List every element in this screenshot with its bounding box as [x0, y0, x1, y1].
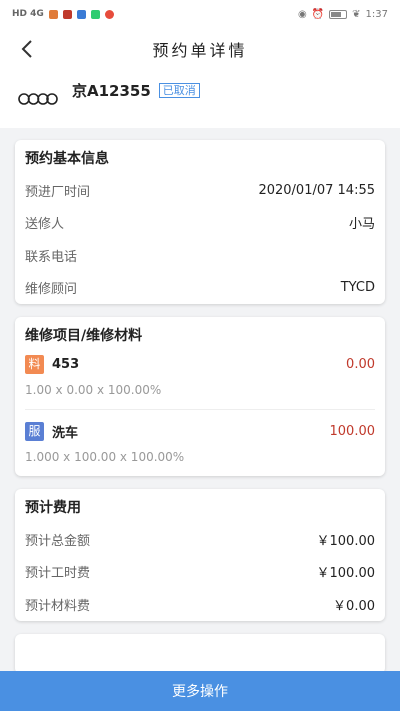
plate-number: 京A12355	[72, 82, 151, 100]
status-left: HD 4G	[12, 9, 114, 19]
eye-icon: ◉	[297, 8, 307, 20]
row-label: 送修人	[25, 217, 65, 233]
item-price: 0.00	[346, 356, 375, 372]
chevron-left-icon	[21, 40, 32, 58]
row-label: 预计材料费	[25, 598, 91, 614]
card-title: 预约基本信息	[25, 151, 109, 167]
notification-icon	[62, 9, 72, 19]
item-left: 服 洗车	[25, 421, 79, 441]
network-indicator: HD 4G	[12, 9, 44, 19]
status-badge: 已取消	[158, 83, 200, 98]
item-formula: 1.000 x 100.00 x 100.00%	[25, 450, 185, 464]
more-actions-button[interactable]: 更多操作	[0, 671, 400, 711]
list-item[interactable]: 服 洗车 100.00 1.000 x 100.00 x 100.00%	[25, 410, 375, 476]
card-title: 维修项目/维修材料	[25, 328, 143, 344]
notification-icon	[76, 9, 86, 19]
status-time: 1:37	[365, 8, 388, 20]
estimate-row: 预计工时费 ￥100.00	[25, 556, 375, 589]
audi-rings-icon	[18, 93, 58, 105]
item-price: 100.00	[329, 423, 376, 439]
notification-icon	[48, 9, 58, 19]
car-header: 京A12355 已取消	[0, 70, 400, 128]
basic-info-card: 预约基本信息 预进厂时间 2020/01/07 14:55 送修人 小马 联系电…	[15, 140, 385, 304]
service-tag-icon: 服	[25, 421, 44, 441]
row-label: 预计总金额	[25, 533, 91, 549]
main-content: 预约基本信息 预进厂时间 2020/01/07 14:55 送修人 小马 联系电…	[0, 128, 400, 674]
estimate-card: 预计费用 预计总金额 ￥100.00 预计工时费 ￥100.00 预计材料费 ￥…	[15, 489, 385, 621]
notification-icon	[90, 9, 100, 19]
item-left: 料 453	[25, 354, 80, 374]
alarm-icon: ⏰	[311, 8, 325, 20]
status-right: ◉ ⏰ ❦ 1:37	[298, 9, 388, 20]
list-item[interactable]: 料 453 0.00 1.00 x 0.00 x 100.00%	[25, 351, 375, 410]
row-value: 小马	[348, 217, 375, 233]
repair-items-card: 维修项目/维修材料 料 453 0.00 1.00 x 0.00 x 100.0…	[15, 317, 385, 476]
page-title: 预约单详情	[152, 41, 248, 60]
item-header: 料 453 0.00	[25, 351, 375, 377]
item-header: 服 洗车 100.00	[25, 418, 375, 444]
nav-bar: 预约单详情	[0, 28, 400, 70]
row-value: ￥100.00	[316, 566, 376, 582]
row-label: 预计工时费	[25, 566, 91, 582]
row-label: 联系电话	[25, 249, 78, 265]
info-row: 预进厂时间 2020/01/07 14:55	[25, 174, 375, 207]
notification-icon	[104, 9, 114, 19]
battery-icon	[329, 9, 348, 19]
estimate-row: 预计总金额 ￥100.00	[25, 523, 375, 556]
item-formula: 1.00 x 0.00 x 100.00%	[25, 383, 162, 397]
row-value: ￥100.00	[316, 533, 376, 549]
item-name: 洗车	[52, 425, 79, 441]
material-tag-icon: 料	[25, 354, 44, 374]
row-value: TYCD	[340, 280, 375, 296]
info-row: 维修顾问 TYCD	[25, 272, 375, 305]
row-value: 2020/01/07 14:55	[258, 182, 375, 198]
back-button[interactable]	[14, 36, 40, 62]
next-card	[15, 633, 385, 674]
row-label: 维修顾问	[25, 282, 78, 298]
estimate-row: 预计材料费 ￥0.00	[25, 588, 375, 621]
item-name: 453	[52, 356, 80, 372]
info-row: 联系电话	[25, 239, 375, 272]
info-row: 送修人 小马	[25, 207, 375, 240]
row-value: ￥0.00	[333, 598, 375, 614]
card-title: 预计费用	[25, 500, 81, 516]
status-bar: HD 4G ◉ ⏰ ❦ 1:37	[0, 0, 400, 28]
row-label: 预进厂时间	[25, 184, 91, 200]
leaf-icon: ❦	[352, 8, 361, 20]
